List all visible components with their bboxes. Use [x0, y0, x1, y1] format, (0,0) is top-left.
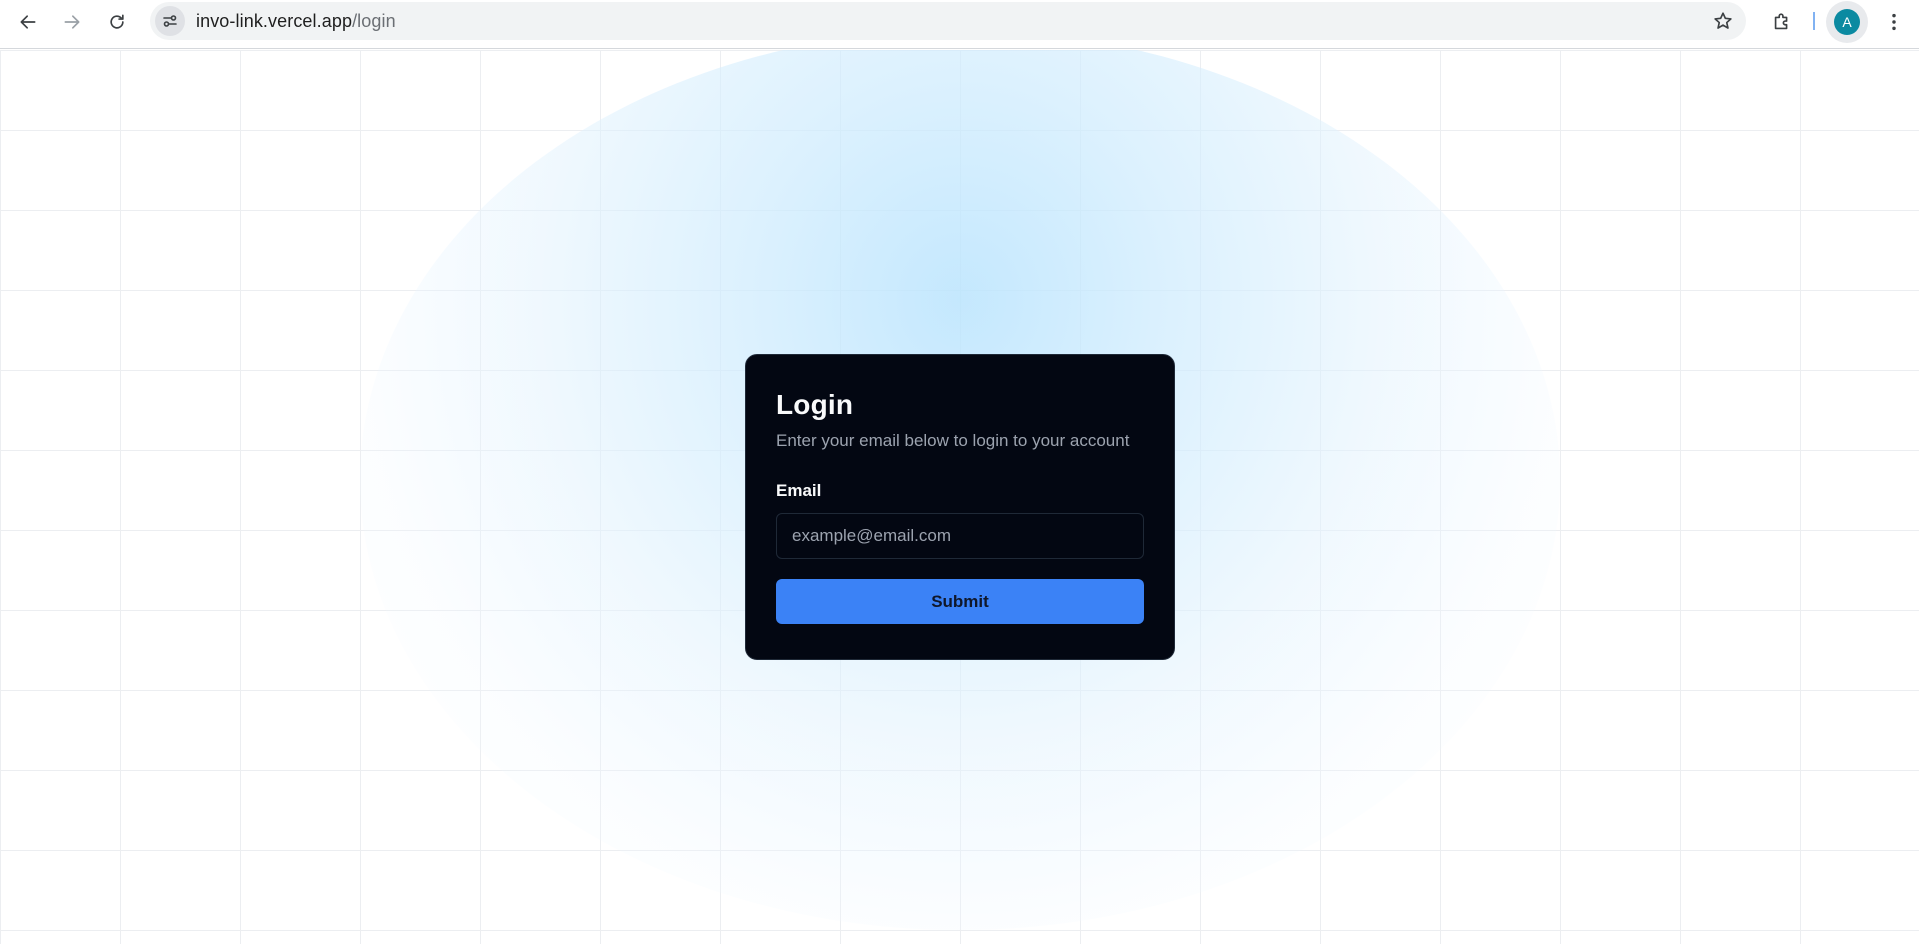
star-icon — [1714, 12, 1732, 29]
address-bar[interactable]: invo-link.vercel.app/login — [150, 2, 1746, 40]
back-arrow-icon — [20, 15, 36, 29]
login-title: Login — [776, 389, 854, 420]
url-host: invo-link.vercel.app — [196, 10, 353, 31]
email-input[interactable] — [776, 513, 1144, 559]
avatar: A — [1834, 9, 1860, 35]
login-description: Enter your email below to login to your … — [776, 431, 1130, 450]
login-card: Login Enter your email below to login to… — [745, 354, 1175, 660]
extensions-button[interactable] — [1766, 6, 1798, 38]
url-path: /login — [352, 10, 396, 31]
forward-button[interactable] — [56, 6, 88, 38]
submit-button[interactable]: Submit — [776, 579, 1144, 624]
puzzle-icon — [1774, 13, 1788, 30]
kebab-menu-icon — [1892, 13, 1896, 31]
page-viewport: Login Enter your email below to login to… — [0, 50, 1919, 944]
email-label: Email — [776, 481, 822, 500]
toolbar-divider — [1813, 12, 1815, 30]
url-text[interactable]: invo-link.vercel.app/login — [196, 11, 396, 32]
browser-toolbar: invo-link.vercel.app/login A — [0, 0, 1919, 49]
reload-button[interactable] — [101, 6, 133, 38]
bookmark-button[interactable] — [1712, 10, 1734, 32]
site-info-button[interactable] — [155, 6, 185, 36]
back-button[interactable] — [12, 6, 44, 38]
profile-button[interactable]: A — [1826, 1, 1868, 43]
browser-menu-button[interactable] — [1878, 6, 1910, 38]
forward-arrow-icon — [64, 15, 80, 29]
tune-icon — [163, 15, 177, 27]
reload-icon — [110, 14, 124, 29]
